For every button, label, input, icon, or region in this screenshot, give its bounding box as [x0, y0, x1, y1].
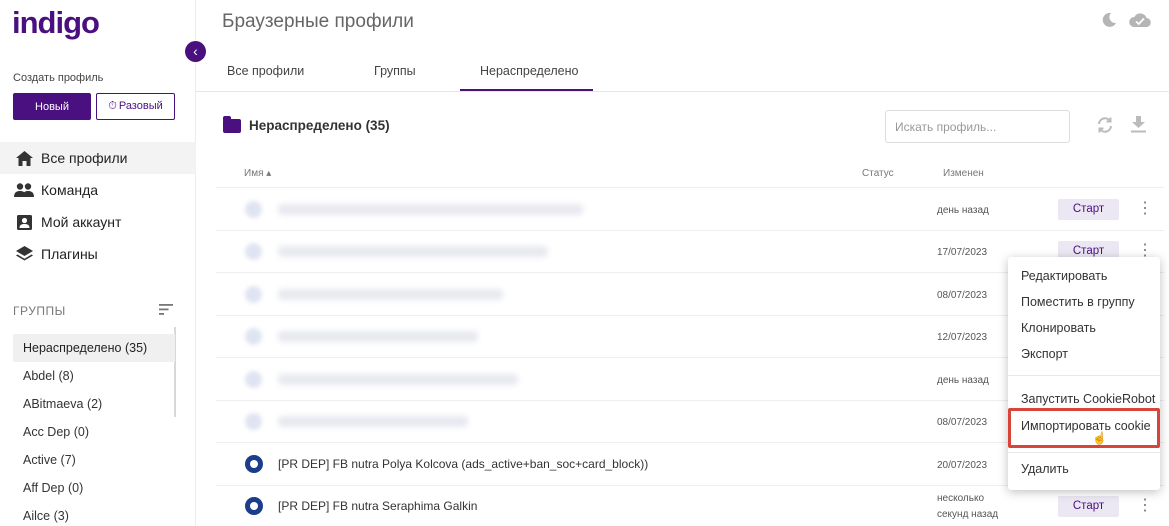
profile-avatar	[245, 243, 262, 260]
sidebar-item-all-profiles[interactable]: Все профили	[0, 142, 196, 174]
groups-list: Нераспределено (35) Abdel (8) ABitmaeva …	[13, 334, 175, 526]
top-icons	[1101, 12, 1151, 33]
download-icon[interactable]	[1131, 116, 1146, 138]
one-time-profile-button[interactable]: ⏱ Разовый	[96, 93, 175, 120]
group-item[interactable]: Ailce (3)	[13, 502, 175, 526]
menu-item-export[interactable]: Экспорт	[1021, 347, 1068, 361]
menu-item-edit[interactable]: Редактировать	[1021, 269, 1107, 283]
sidebar-item-team[interactable]: Команда	[0, 174, 196, 206]
groups-heading: ГРУППЫ	[13, 304, 66, 318]
groups-header: ГРУППЫ	[13, 304, 173, 318]
sidebar-item-plugins[interactable]: Плагины	[0, 238, 196, 270]
menu-item-run-cookierobot[interactable]: Запустить CookieRobot	[1021, 392, 1155, 406]
row-changed: несколько секунд назад	[937, 493, 999, 520]
profile-name-blurred	[278, 416, 468, 427]
profile-avatar	[245, 455, 263, 473]
tabs-bar: Все профили Группы Нераспределено	[196, 56, 1169, 92]
group-item[interactable]: Acc Dep (0)	[13, 418, 175, 446]
tab-unassigned[interactable]: Нераспределено	[480, 64, 578, 78]
profile-avatar	[245, 201, 262, 218]
home-icon	[14, 150, 34, 166]
folder-icon	[223, 115, 241, 133]
sidebar: indigo Создать профиль Новый ⏱ Разовый Вс…	[0, 0, 196, 526]
menu-item-import-cookie[interactable]: Импортировать cookie	[1021, 419, 1151, 433]
profile-name-blurred	[278, 374, 518, 385]
dark-mode-icon[interactable]	[1101, 12, 1117, 33]
more-vertical-icon[interactable]: ⋮	[1137, 200, 1153, 218]
row-changed: 08/07/2023	[937, 417, 988, 428]
menu-item-delete[interactable]: Удалить	[1021, 462, 1069, 476]
row-changed: 20/07/2023	[937, 460, 988, 471]
table-row[interactable]: [PR DEP] FB nutra Seraphima Galkin неско…	[216, 485, 1164, 526]
column-name[interactable]: Имя ▴	[244, 168, 271, 179]
profile-name-blurred	[278, 331, 478, 342]
refresh-icon[interactable]	[1096, 116, 1114, 139]
sidebar-item-my-account[interactable]: Мой аккаунт	[0, 206, 196, 238]
menu-divider	[1008, 452, 1160, 453]
sort-icon[interactable]	[159, 304, 173, 318]
menu-item-clone[interactable]: Клонировать	[1021, 321, 1096, 335]
start-button[interactable]: Старт	[1058, 199, 1119, 220]
account-icon	[14, 214, 34, 230]
tab-all-profiles[interactable]: Все профили	[227, 64, 304, 78]
table-row[interactable]: день назад Старт ⋮	[216, 188, 1164, 231]
row-changed: день назад	[937, 375, 989, 386]
sidebar-nav: Все профили Команда Мой аккаунт Плагины	[0, 142, 196, 270]
menu-item-move-to-group[interactable]: Поместить в группу	[1021, 295, 1135, 309]
column-status[interactable]: Статус	[862, 168, 894, 179]
create-profile-label: Создать профиль	[13, 72, 104, 84]
row-changed: 12/07/2023	[937, 332, 988, 343]
profile-avatar	[245, 497, 263, 515]
tab-groups[interactable]: Группы	[374, 64, 416, 78]
profile-name-blurred	[278, 204, 583, 215]
profile-avatar	[245, 371, 262, 388]
profile-name[interactable]: [PR DEP] FB nutra Polya Kolcova (ads_act…	[278, 457, 648, 471]
group-item[interactable]: Aff Dep (0)	[13, 474, 175, 502]
indigo-logo[interactable]: indigo	[12, 5, 100, 41]
start-button[interactable]: Старт	[1058, 496, 1119, 517]
new-profile-button[interactable]: Новый	[13, 93, 91, 120]
team-icon	[14, 183, 34, 197]
profile-name-blurred	[278, 289, 503, 300]
timer-icon: ⏱	[108, 100, 117, 112]
folder-title: Нераспределено (35)	[223, 115, 390, 133]
collapse-sidebar-button[interactable]: ‹	[185, 41, 206, 62]
search-profile-input[interactable]	[885, 110, 1070, 143]
profile-avatar	[245, 413, 262, 430]
group-item[interactable]: Abdel (8)	[13, 362, 175, 390]
menu-divider	[1008, 375, 1160, 376]
profile-name-blurred	[278, 246, 548, 257]
table-header: Имя ▴ Статус Изменен	[216, 160, 1164, 188]
group-item[interactable]: Active (7)	[13, 446, 175, 474]
row-changed: день назад	[937, 205, 989, 216]
layers-icon	[14, 246, 34, 262]
column-changed[interactable]: Изменен	[943, 168, 984, 179]
group-item[interactable]: ABitmaeva (2)	[13, 390, 175, 418]
profile-avatar	[245, 328, 262, 345]
profile-context-menu: Редактировать Поместить в группу Клониро…	[1008, 257, 1160, 490]
page-title: Браузерные профили	[222, 11, 414, 32]
cloud-sync-icon[interactable]	[1129, 12, 1151, 33]
active-tab-indicator	[460, 89, 593, 91]
group-item[interactable]: Нераспределено (35)	[13, 334, 175, 362]
row-changed: 08/07/2023	[937, 290, 988, 301]
more-vertical-icon[interactable]: ⋮	[1137, 497, 1153, 515]
row-changed: 17/07/2023	[937, 247, 988, 258]
profile-name[interactable]: [PR DEP] FB nutra Seraphima Galkin	[278, 499, 477, 513]
profile-avatar	[245, 286, 262, 303]
hand-cursor-icon: ☝	[1092, 431, 1107, 445]
chevron-left-icon: ‹	[193, 43, 198, 59]
